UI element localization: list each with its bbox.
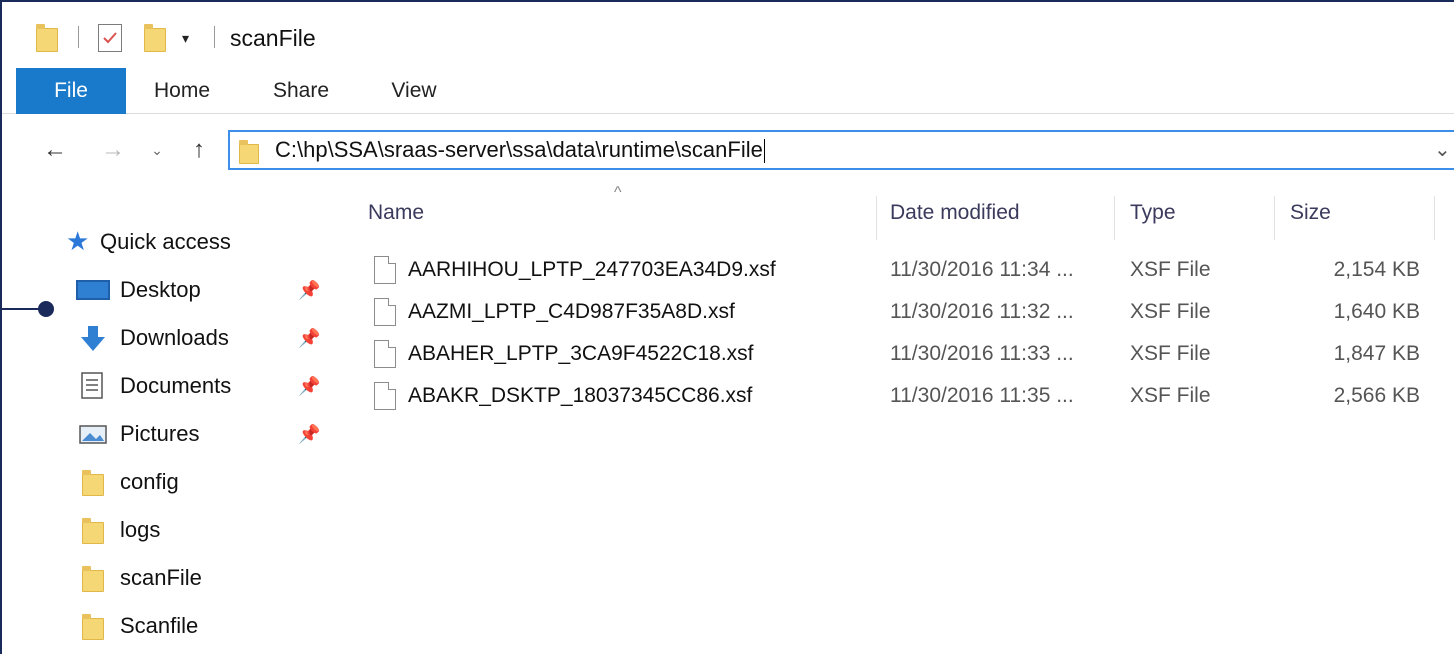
document-icon [80,372,108,400]
table-row[interactable]: ABAKR_DSKTP_18037345CC86.xsf 11/30/2016 … [368,376,1428,418]
navigation-pane: ★ Quick access Desktop 📌 Downloads 📌 Doc… [2,182,332,654]
recent-locations-chevron-icon[interactable]: ⌄ [146,134,168,166]
pin-icon[interactable]: 📌 [298,364,320,408]
star-icon: ★ [66,226,90,256]
address-path: C:\hp\SSA\sraas-server\ssa\data\runtime\… [275,137,763,162]
folder-icon [82,470,104,496]
text-cursor [763,139,765,164]
tab-view[interactable]: View [374,68,454,114]
sidebar-item-desktop[interactable]: Desktop 📌 [2,268,332,312]
column-divider[interactable] [1434,196,1435,240]
folder-icon [82,518,104,544]
tab-file[interactable]: File [16,68,126,114]
download-arrow-icon [78,324,106,352]
forward-arrow-icon[interactable]: → [96,134,130,166]
column-divider[interactable] [876,196,877,240]
properties-icon[interactable] [98,24,122,52]
sidebar-item-label: config [120,469,179,494]
column-header-date-modified[interactable]: Date modified [890,196,1020,244]
file-size: 1,847 KB [1333,342,1420,365]
sidebar-item-label: Quick access [100,229,231,254]
file-icon [374,256,396,284]
file-date-modified: 11/30/2016 11:32 ... [890,300,1074,323]
folder-icon[interactable] [36,24,58,52]
pin-icon[interactable]: 📌 [298,316,320,360]
file-type: XSF File [1130,384,1211,407]
folder-icon [239,140,259,164]
column-divider[interactable] [1274,196,1275,240]
sidebar-item-label: Downloads [120,325,229,350]
sidebar-item-label: Scanfile [120,613,199,638]
file-size: 2,154 KB [1333,258,1420,281]
sidebar-item-label: Documents [120,373,232,398]
file-type: XSF File [1130,258,1211,281]
table-row[interactable]: AARHIHOU_LPTP_247703EA34D9.xsf 11/30/201… [368,250,1428,292]
title-bar: ▾ scanFile [2,2,1454,68]
pin-icon[interactable]: 📌 [298,412,320,456]
sidebar-item-label: scanFile [120,565,202,590]
column-header-size[interactable]: Size [1290,196,1331,244]
toolbar-separator [78,26,79,48]
file-date-modified: 11/30/2016 11:33 ... [890,342,1074,365]
column-header-name[interactable]: Name [368,196,424,244]
file-icon [374,298,396,326]
address-input[interactable]: C:\hp\SSA\sraas-server\ssa\data\runtime\… [275,132,765,168]
pin-icon[interactable]: 📌 [298,268,320,312]
file-type: XSF File [1130,342,1211,365]
file-name: AARHIHOU_LPTP_247703EA34D9.xsf [408,258,776,281]
file-type: XSF File [1130,300,1211,323]
folder-icon [82,566,104,592]
sort-ascending-icon: ^ [614,184,622,201]
address-dropdown-icon[interactable]: ⌄ [1434,132,1454,168]
ribbon-tabs: File Home Share View [2,68,1454,114]
picture-icon [78,420,107,448]
file-list: ^ Name Date modified Type Size AARHIHOU_… [332,182,1454,654]
file-name: ABAHER_LPTP_3CA9F4522C18.xsf [408,342,754,365]
file-date-modified: 11/30/2016 11:35 ... [890,384,1074,407]
sidebar-item-config[interactable]: config [2,460,332,504]
column-header-type[interactable]: Type [1130,196,1176,244]
sidebar-item-downloads[interactable]: Downloads 📌 [2,316,332,360]
new-folder-icon[interactable] [144,24,166,52]
sidebar-item-quick-access[interactable]: ★ Quick access [2,220,332,264]
file-name: ABAKR_DSKTP_18037345CC86.xsf [408,384,753,407]
file-name: AAZMI_LPTP_C4D987F35A8D.xsf [408,300,735,323]
back-arrow-icon[interactable]: ← [38,134,72,166]
sidebar-item-label: Pictures [120,421,200,446]
up-arrow-icon[interactable]: ↑ [182,134,216,166]
window-title: scanFile [230,25,316,51]
column-divider[interactable] [1114,196,1115,240]
table-row[interactable]: ABAHER_LPTP_3CA9F4522C18.xsf 11/30/2016 … [368,334,1428,376]
customize-toolbar-dropdown-icon[interactable]: ▾ [182,26,196,50]
file-size: 1,640 KB [1333,300,1420,323]
sidebar-item-scanfile-2[interactable]: Scanfile [2,604,332,648]
toolbar-separator [214,26,215,48]
sidebar-item-label: logs [120,517,161,542]
sidebar-item-pictures[interactable]: Pictures 📌 [2,412,332,456]
desktop-icon [76,280,110,300]
folder-icon [82,614,104,640]
tab-home[interactable]: Home [132,68,232,114]
navigation-bar: ← → ⌄ ↑ C:\hp\SSA\sraas-server\ssa\data\… [2,120,1454,182]
file-icon [374,340,396,368]
file-icon [374,382,396,410]
table-row[interactable]: AAZMI_LPTP_C4D987F35A8D.xsf 11/30/2016 1… [368,292,1428,334]
file-explorer-window: ▾ scanFile File Home Share View ← → ⌄ ↑ … [0,0,1454,654]
sidebar-item-logs[interactable]: logs [2,508,332,552]
file-size: 2,566 KB [1333,384,1420,407]
sidebar-item-label: Desktop [120,277,201,302]
sidebar-item-documents[interactable]: Documents 📌 [2,364,332,408]
file-date-modified: 11/30/2016 11:34 ... [890,258,1074,281]
tab-share[interactable]: Share [256,68,346,114]
sidebar-item-scanfile[interactable]: scanFile [2,556,332,600]
address-bar[interactable]: C:\hp\SSA\sraas-server\ssa\data\runtime\… [228,130,1454,170]
